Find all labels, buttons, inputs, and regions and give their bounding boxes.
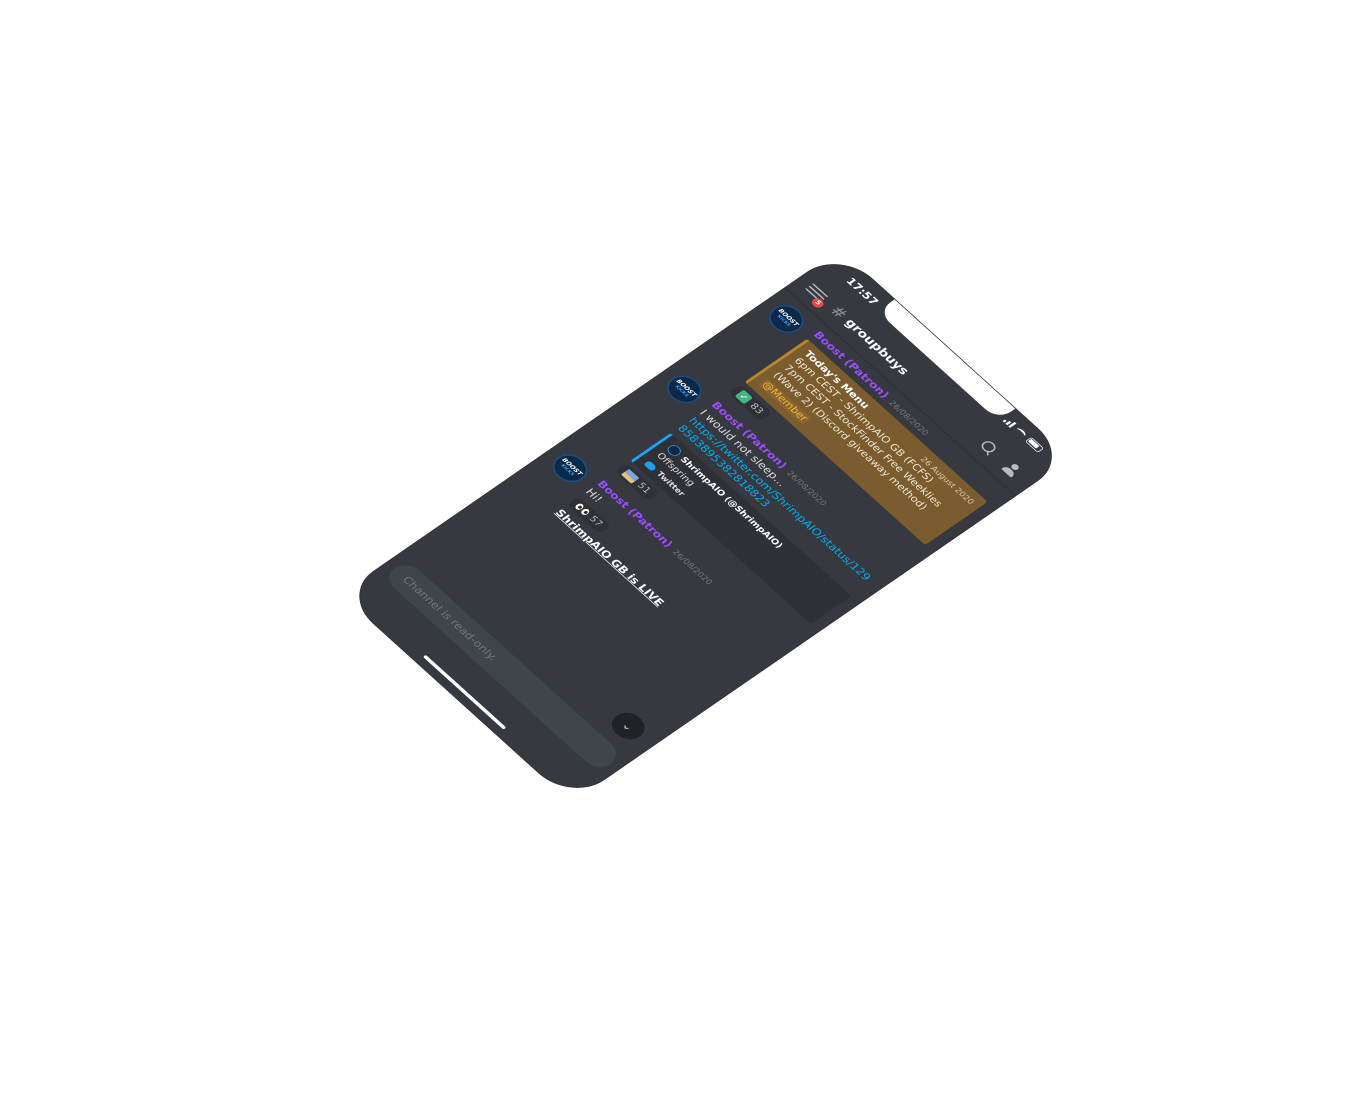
check-emoji-icon: ✓	[734, 389, 754, 405]
scroll-down-button[interactable]: ⌄	[605, 707, 652, 745]
avatar[interactable]: BOOST KICKS	[762, 299, 811, 339]
message-input[interactable]: Channel is read-only.	[381, 559, 624, 773]
wifi-icon	[1013, 426, 1028, 439]
twitter-bird-icon	[643, 460, 658, 472]
search-button[interactable]	[975, 437, 1003, 459]
members-button[interactable]	[999, 459, 1027, 481]
eyes-emoji-icon	[574, 502, 591, 516]
reaction-count: 51	[634, 480, 653, 496]
avatar[interactable]: BOOST KICKS	[660, 370, 709, 409]
signal-icon	[1002, 417, 1017, 428]
menu-button[interactable]: 5	[803, 282, 831, 310]
chevron-down-icon: ⌄	[618, 718, 638, 734]
reaction-count: 57	[586, 513, 606, 529]
input-placeholder: Channel is read-only.	[399, 574, 501, 663]
scene: 17:57 5 # groupbuys BOOST KICKS Boost (P…	[0, 0, 1364, 1093]
battery-icon	[1025, 436, 1045, 453]
phone-screen: 17:57 5 # groupbuys BOOST KICKS Boost (P…	[341, 250, 1070, 802]
avatar[interactable]: BOOST KICKS	[546, 448, 595, 488]
search-icon	[978, 438, 999, 455]
reaction-count: 83	[747, 401, 766, 416]
photo-emoji-icon	[621, 468, 640, 484]
